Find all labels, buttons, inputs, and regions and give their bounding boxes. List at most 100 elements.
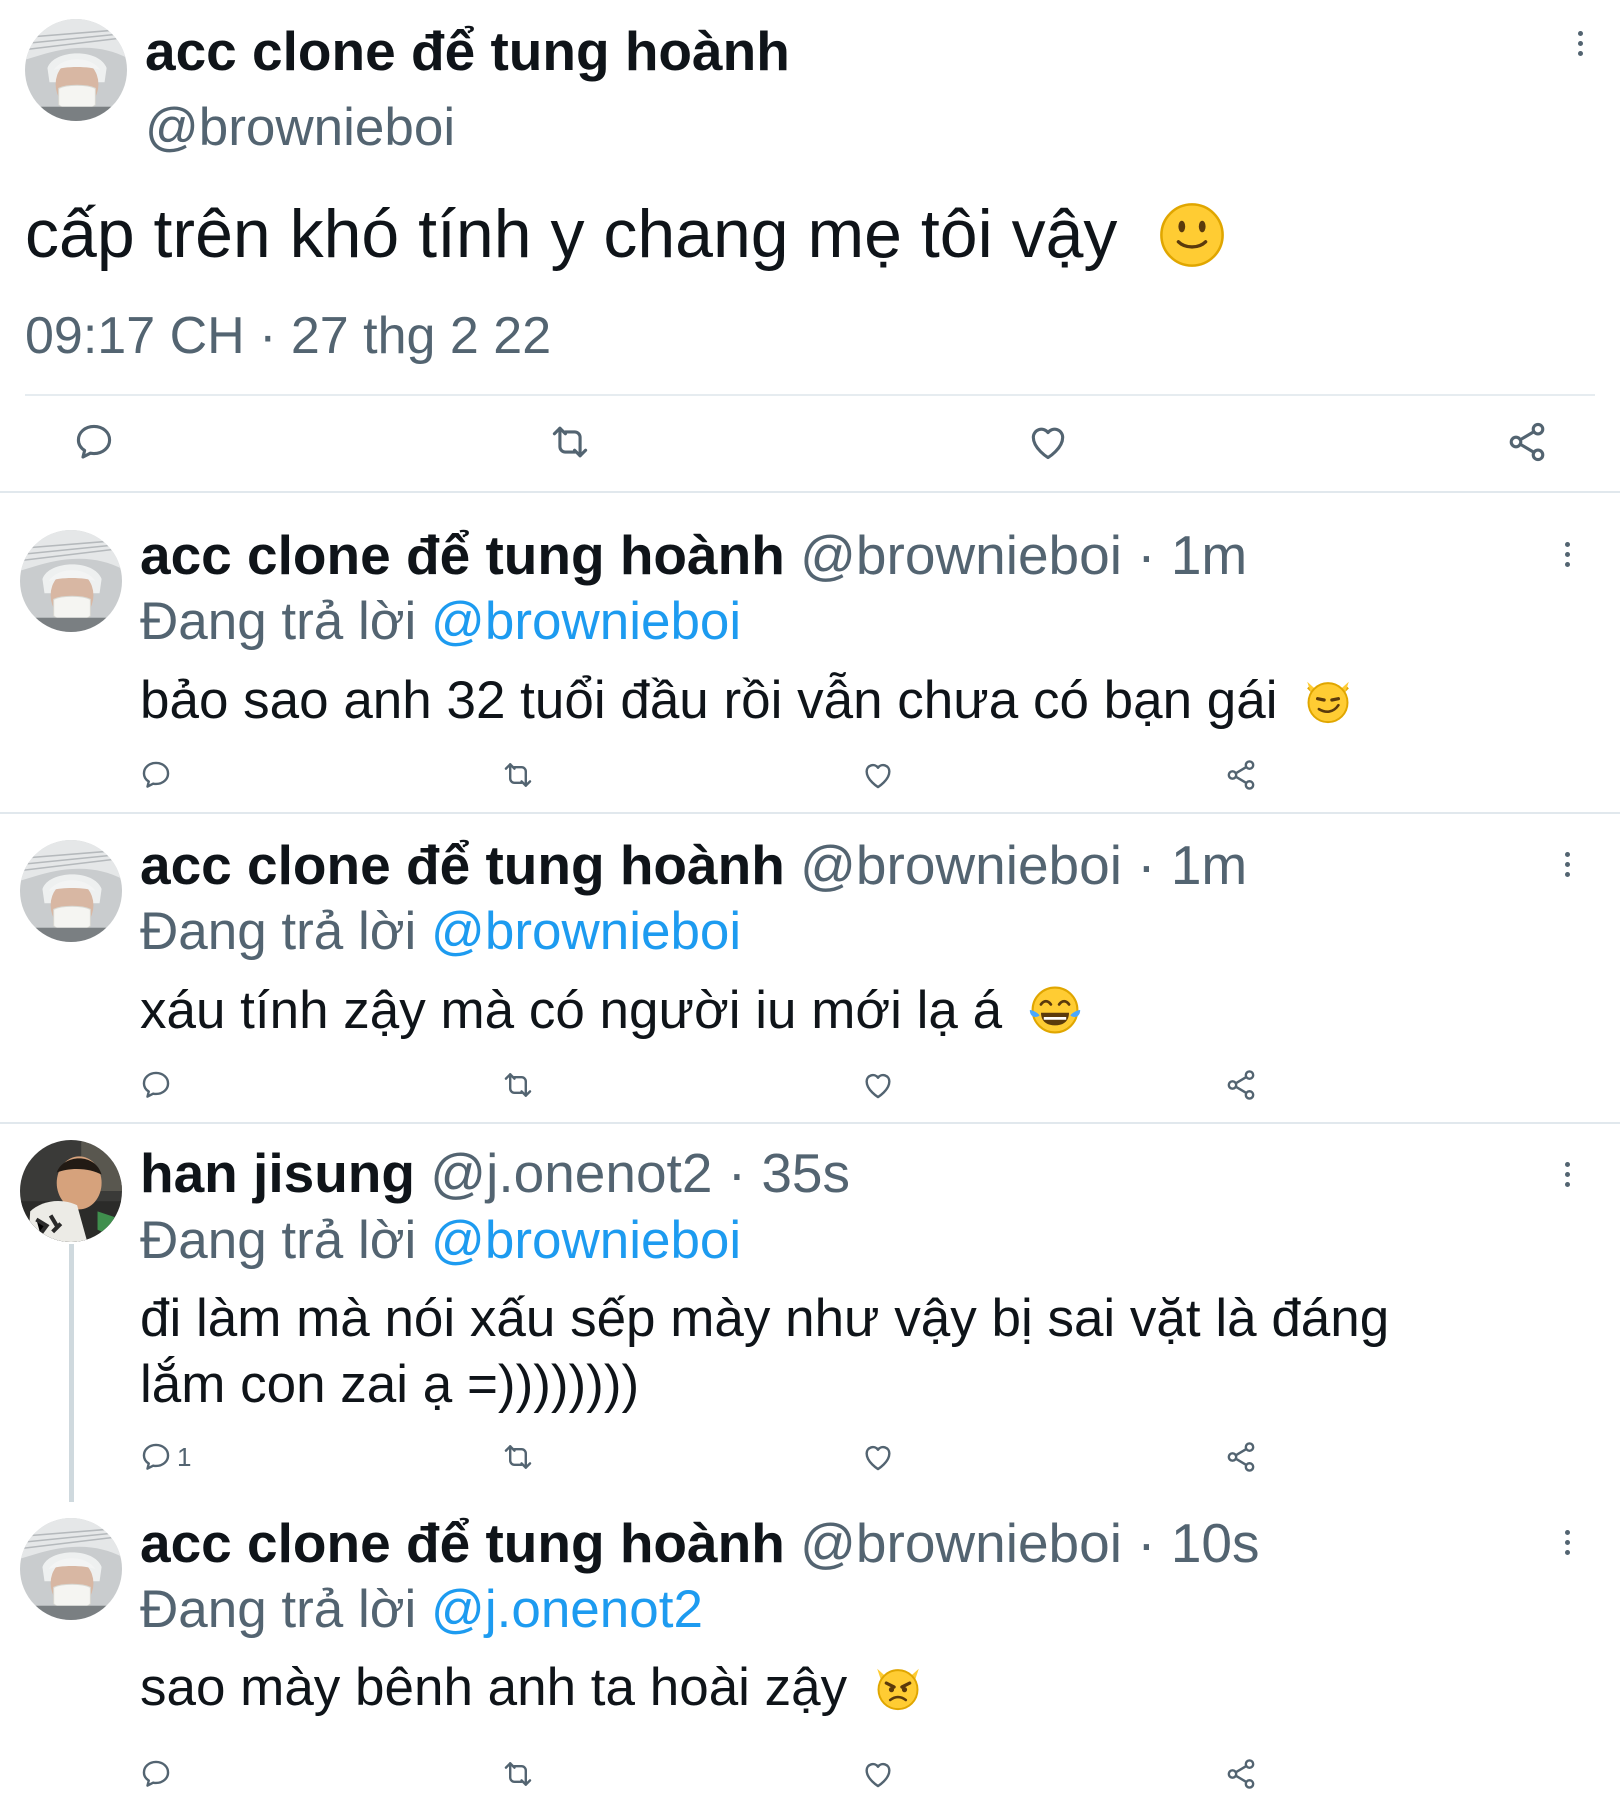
retweet-icon [501,1440,535,1474]
like-button[interactable] [861,758,895,792]
avatar[interactable] [20,530,122,632]
more-icon[interactable] [1570,25,1590,61]
avatar[interactable] [25,19,127,121]
avatar[interactable] [20,1518,122,1620]
replying-prefix: Đang trả lời [140,902,417,961]
retweet-button[interactable] [501,1068,535,1102]
share-icon [1505,420,1549,464]
reply-text-content: bảo sao anh 32 tuổi đầu rồi vẫn chưa có … [140,671,1278,730]
reply-time[interactable]: 1m [1171,834,1247,896]
reply-header: han jisung @j.onenot2 · 35s [140,1140,850,1206]
replying-to-handle[interactable]: @brownieboi [431,1211,741,1270]
like-button[interactable] [861,1757,895,1791]
tweet-timestamp[interactable]: 09:17 CH · 27 thg 2 22 [25,304,551,368]
reply-text-content: sao mày bênh anh ta hoài zậy [140,1658,848,1717]
reply-time[interactable]: 35s [761,1142,850,1204]
like-button[interactable] [861,1068,895,1102]
retweet-button[interactable] [501,758,535,792]
share-button[interactable] [1224,758,1258,792]
reply-text: xáu tính zậy mà có người iu mới lạ á [140,978,1083,1044]
pouting-cat-icon [877,1668,919,1711]
replying-to-handle[interactable]: @brownieboi [431,592,741,651]
avatar[interactable] [20,1140,122,1242]
reply-time[interactable]: 10s [1171,1512,1260,1574]
reply-header: acc clone để tung hoành @brownieboi · 1m [140,522,1247,588]
like-button[interactable] [1026,420,1070,464]
section-divider [0,812,1620,814]
replying-prefix: Đang trả lời [140,592,417,651]
like-icon [1026,420,1070,464]
share-button[interactable] [1224,1757,1258,1791]
avatar[interactable] [20,840,122,942]
replying-to: Đang trả lời @brownieboi [140,1209,741,1273]
author-name[interactable]: acc clone để tung hoành [145,16,790,86]
separator-dot: · [1137,524,1156,586]
share-button[interactable] [1224,1440,1258,1474]
reply-button[interactable] [139,1757,173,1791]
retweet-icon [501,1757,535,1791]
tweet-text-content: cấp trên khó tính y chang mẹ tôi vậy [25,196,1118,272]
reply-icon [139,1440,173,1474]
retweet-button[interactable] [501,1440,535,1474]
retweet-icon [501,758,535,792]
replying-to: Đang trả lời @j.onenot2 [140,1578,703,1642]
like-icon [861,1757,895,1791]
reply-count: 1 [177,1441,192,1472]
share-icon [1224,1757,1258,1791]
share-icon [1224,1440,1258,1474]
more-icon[interactable] [1557,1156,1577,1192]
section-divider [0,491,1620,493]
reply-icon [139,1757,173,1791]
author-handle[interactable]: @j.onenot2 [430,1142,712,1204]
like-button[interactable] [861,1440,895,1474]
replying-prefix: Đang trả lời [140,1580,417,1639]
like-icon [861,1440,895,1474]
reply-header: acc clone để tung hoành @brownieboi · 10… [140,1510,1260,1576]
replying-to-handle[interactable]: @brownieboi [431,902,741,961]
reply-text-line-2: lắm con zai ạ =)))))))) [140,1355,640,1414]
retweet-button[interactable] [548,420,592,464]
reply-button[interactable] [139,1068,173,1102]
share-button[interactable] [1224,1068,1258,1102]
retweet-button[interactable] [501,1757,535,1791]
like-icon [861,1068,895,1102]
more-icon[interactable] [1557,846,1577,882]
more-icon[interactable] [1557,536,1577,572]
author-name[interactable]: acc clone để tung hoành [140,834,785,896]
author-name[interactable]: han jisung [140,1142,415,1204]
divider [25,394,1595,396]
retweet-icon [548,420,592,464]
share-button[interactable] [1505,420,1549,464]
share-icon [1224,1068,1258,1102]
reply-icon [139,1068,173,1102]
slightly-smiling-face-icon [1160,203,1225,267]
tears-of-joy-icon [1029,986,1081,1034]
retweet-icon [501,1068,535,1102]
reply-text-content: xáu tính zậy mà có người iu mới lạ á [140,981,1003,1040]
smirking-cat-icon [1307,681,1350,724]
separator-dot: · [727,1142,747,1204]
share-icon [1224,758,1258,792]
tweet-text: cấp trên khó tính y chang mẹ tôi vậy [25,194,1226,274]
reply-icon [72,420,116,464]
author-handle[interactable]: @brownieboi [145,96,455,160]
author-handle[interactable]: @brownieboi [800,834,1122,896]
separator-dot: · [1137,1512,1156,1574]
author-handle[interactable]: @brownieboi [800,1512,1122,1574]
reply-button[interactable] [139,758,173,792]
reply-time[interactable]: 1m [1171,524,1247,586]
reply-button[interactable] [72,420,116,464]
like-icon [861,758,895,792]
author-handle[interactable]: @brownieboi [800,524,1122,586]
reply-text: bảo sao anh 32 tuổi đầu rồi vẫn chưa có … [140,668,1354,734]
reply-button[interactable]: 1 [139,1440,191,1474]
reply-header: acc clone để tung hoành @brownieboi · 1m [140,832,1247,898]
more-icon[interactable] [1557,1524,1577,1560]
thread-line [69,1244,74,1502]
reply-text-line-1: đi làm mà nói xấu sếp mày như vậy bị sai… [140,1289,1390,1348]
replying-to: Đang trả lời @brownieboi [140,590,741,654]
author-name[interactable]: acc clone để tung hoành [140,524,785,586]
author-name[interactable]: acc clone để tung hoành [140,1512,785,1574]
replying-to-handle[interactable]: @j.onenot2 [431,1580,703,1639]
reply-text: sao mày bênh anh ta hoài zậy [140,1655,924,1721]
